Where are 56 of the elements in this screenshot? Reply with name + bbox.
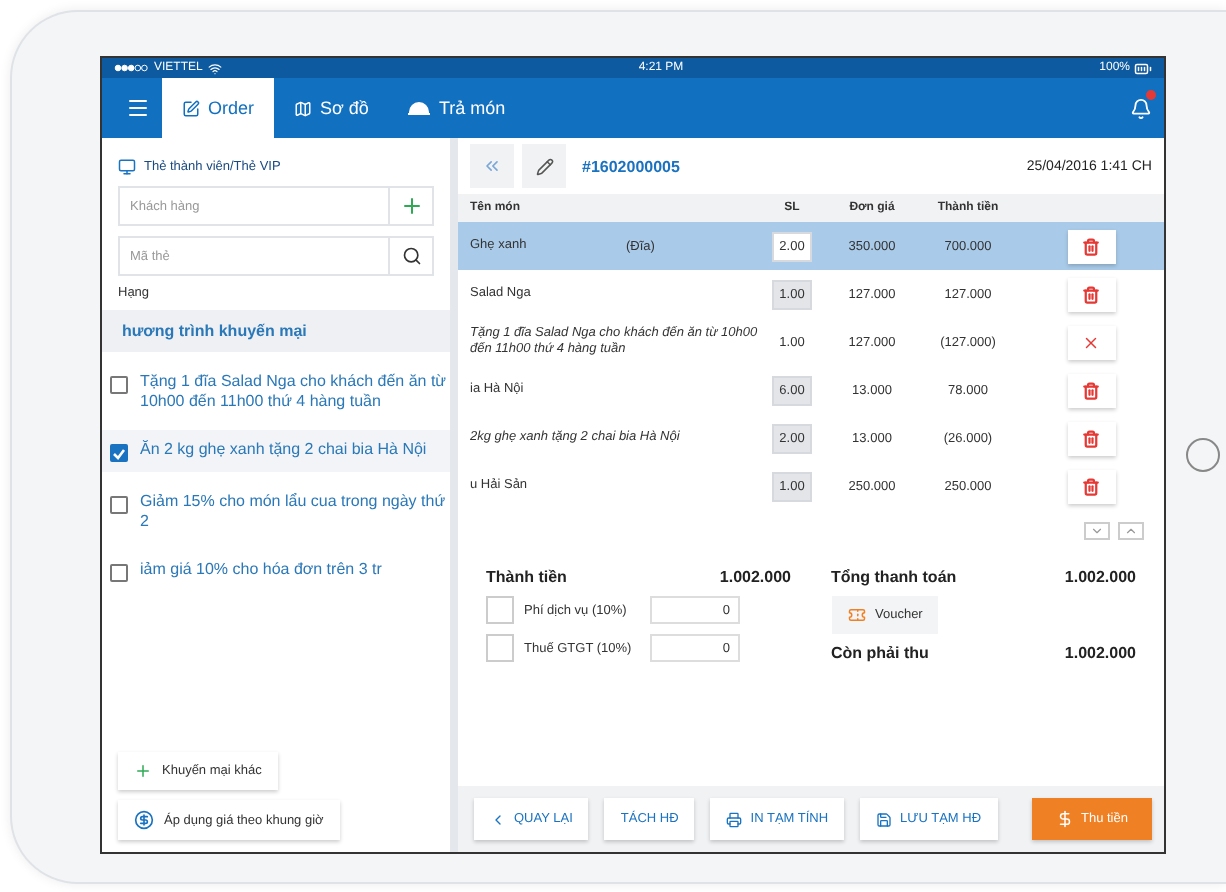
trash-icon [1082,237,1100,255]
bell-icon [1130,97,1152,119]
scroll-up-button[interactable] [1118,522,1144,540]
delete-button[interactable] [1067,229,1115,263]
checkbox[interactable] [110,376,128,394]
search-icon [401,246,421,266]
grand-total-label: Tổng thanh toán [831,568,957,586]
nav-tab[interactable]: Order [162,78,275,138]
delete-button[interactable] [1067,373,1115,407]
double-chevron-left-icon [482,156,502,176]
home-button[interactable] [1185,438,1219,472]
trash-icon [1082,477,1100,495]
map-icon [294,99,313,117]
amount-due-label: Còn phải thu [831,644,929,662]
delete-button[interactable] [1067,421,1115,455]
subtotal-value: 1.002.000 [719,568,791,586]
save-icon [876,811,893,827]
trash-icon [1082,429,1100,447]
dollar-icon [1055,810,1073,828]
promotion-item[interactable]: Ăn 2 kg ghẹ xanh tặng 2 chai bia Hà Nội [102,430,450,473]
delete-button[interactable] [1067,277,1115,311]
dollar-circle-icon [134,810,154,830]
battery-icon [1134,59,1152,77]
chevron-down-icon [1090,524,1104,538]
remove-button[interactable] [1067,325,1115,359]
signal-icon [114,64,148,72]
trash-icon [1082,285,1100,303]
delete-button[interactable] [1067,469,1115,503]
nav-tab[interactable]: Sơ đồ [274,78,389,138]
chevron-up-icon [1124,524,1138,538]
add-customer-button[interactable] [390,186,434,226]
close-icon [1082,333,1100,351]
checkbox[interactable] [110,564,128,583]
edit-icon [182,99,200,117]
amount-due-value: 1.002.000 [1064,644,1136,662]
edit-button[interactable] [522,144,566,188]
checkbox[interactable] [110,496,128,515]
subtotal-label: Thành tiền [486,568,567,586]
menu-icon [126,96,150,120]
wifi-icon [208,61,223,75]
monitor-icon [118,158,136,176]
plus-icon [134,762,152,780]
plus-icon [399,194,423,218]
alert-dot-icon [1146,90,1156,100]
checkbox[interactable] [110,444,128,463]
printer-icon [726,811,743,827]
promotions-header: hương trình khuyến mại [102,310,450,352]
nav-tab[interactable]: Trả món [388,78,526,138]
ticket-icon [847,606,865,624]
pencil-icon [535,157,553,175]
chevron-left-icon [490,811,506,827]
order-number: #1602000005 [582,157,680,175]
grand-total-value: 1.002.000 [1064,568,1136,586]
search-button[interactable] [390,236,434,276]
dish-cover-icon [408,100,431,116]
trash-icon [1082,381,1100,399]
